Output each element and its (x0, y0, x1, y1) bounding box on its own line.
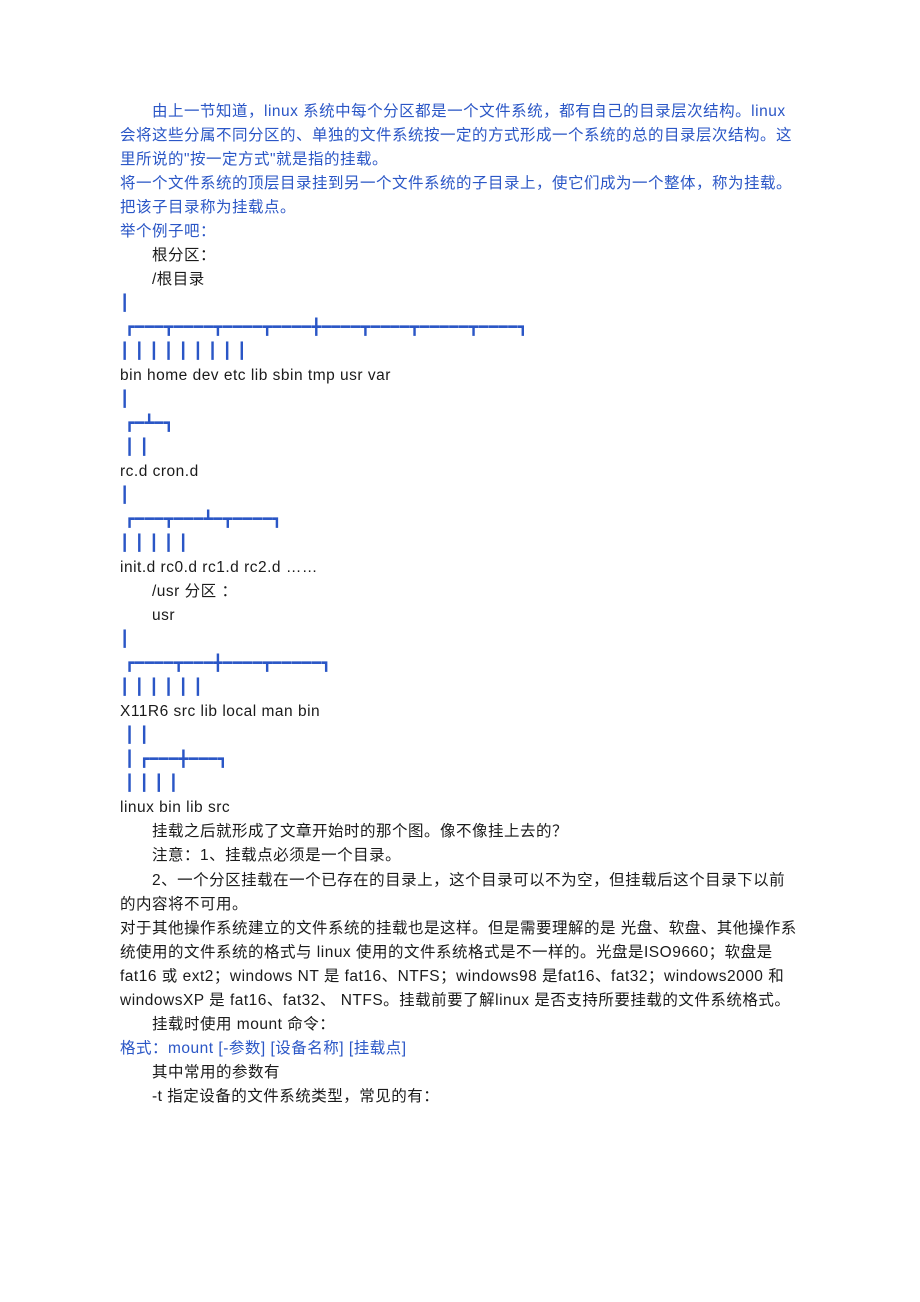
paragraph: ┃ ┃ ┃ ┃ (120, 772, 800, 796)
paragraph: ┃ (120, 292, 800, 316)
paragraph: ┃ ┃ (120, 436, 800, 460)
paragraph: ┏━━━┳━━━━┳━━━━┳━━━━╋━━━━┳━━━━┳━━━━━┳━━━━… (120, 316, 800, 340)
paragraph: rc.d cron.d (120, 460, 800, 484)
document-page: 由上一节知道，linux 系统中每个分区都是一个文件系统，都有自己的目录层次结构… (0, 0, 920, 1302)
paragraph: ┏━━━┳━━━┻━┳━━━━┓ (120, 508, 800, 532)
paragraph: 根分区： (120, 244, 800, 268)
paragraph: ┃ ┏━━━╋━━━┓ (120, 748, 800, 772)
paragraph: ┃ ┃ ┃ ┃ ┃ ┃ (120, 676, 800, 700)
paragraph: 注意：1、挂载点必须是一个目录。 (120, 844, 800, 868)
paragraph: 2、一个分区挂载在一个已存在的目录上，这个目录可以不为空，但挂载后这个目录下以前… (120, 869, 800, 917)
paragraph: 格式：mount [-参数] [设备名称] [挂载点] (120, 1037, 800, 1061)
paragraph: ┏━┻━┓ (120, 412, 800, 436)
paragraph: /根目录 (120, 268, 800, 292)
paragraph: 其中常用的参数有 (120, 1061, 800, 1085)
paragraph: usr (120, 604, 800, 628)
paragraph: -t 指定设备的文件系统类型，常见的有： (120, 1085, 800, 1109)
paragraph: 挂载之后就形成了文章开始时的那个图。像不像挂上去的？ (120, 820, 800, 844)
paragraph: /usr 分区 ： (120, 580, 800, 604)
paragraph: ┃ (120, 628, 800, 652)
paragraph: X11R6 src lib local man bin (120, 700, 800, 724)
paragraph: ┃ ┃ ┃ ┃ ┃ ┃ ┃ ┃ ┃ (120, 340, 800, 364)
paragraph: 将一个文件系统的顶层目录挂到另一个文件系统的子目录上，使它们成为一个整体，称为挂… (120, 172, 800, 220)
paragraph: ┃ ┃ (120, 724, 800, 748)
paragraph: ┃ ┃ ┃ ┃ ┃ (120, 532, 800, 556)
paragraph: ┃ (120, 388, 800, 412)
paragraph: init.d rc0.d rc1.d rc2.d …… (120, 556, 800, 580)
paragraph: linux bin lib src (120, 796, 800, 820)
paragraph: bin home dev etc lib sbin tmp usr var (120, 364, 800, 388)
paragraph: 对于其他操作系统建立的文件系统的挂载也是这样。但是需要理解的是 光盘、软盘、其他… (120, 917, 800, 1013)
paragraph: 由上一节知道，linux 系统中每个分区都是一个文件系统，都有自己的目录层次结构… (120, 100, 800, 172)
paragraph: 挂载时使用 mount 命令： (120, 1013, 800, 1037)
paragraph: 举个例子吧： (120, 220, 800, 244)
paragraph: ┃ (120, 484, 800, 508)
paragraph: ┏━━━━┳━━━╋━━━━┳━━━━━┓ (120, 652, 800, 676)
